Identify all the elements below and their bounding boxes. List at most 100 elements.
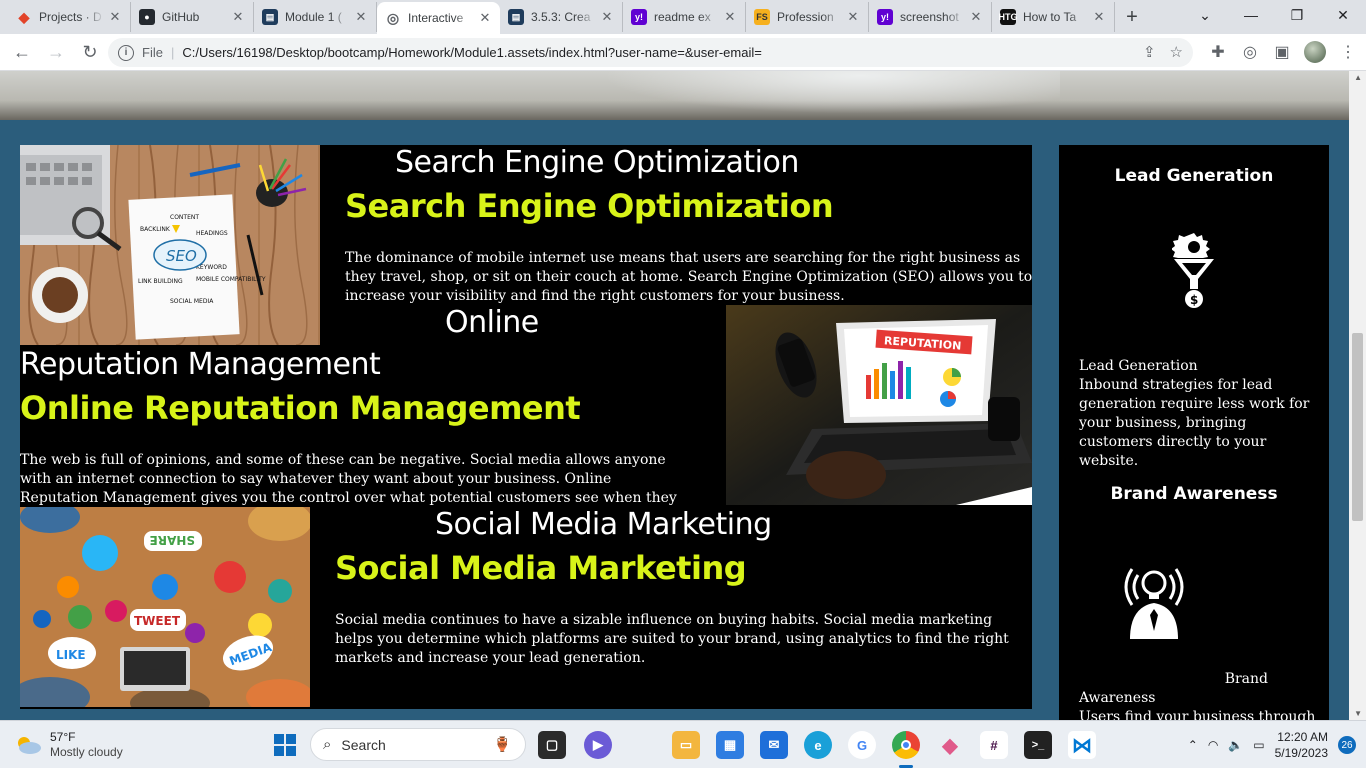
reputation-title-line2: Reputation Management [20, 347, 381, 382]
reload-button[interactable]: ↻ [74, 36, 106, 68]
reputation-title-line1: Online [445, 305, 539, 340]
seo-label-content: CONTENT [170, 214, 199, 221]
browser-tab[interactable]: ◆ Projects · D ✕ [8, 2, 131, 32]
url-scheme: File [142, 45, 163, 60]
canvas-icon: ▤ [508, 9, 524, 25]
fs-icon: FS [754, 9, 770, 25]
page-scrollbar[interactable]: ▲ ▼ [1349, 71, 1366, 720]
forward-button[interactable]: → [40, 36, 72, 68]
clock-time: 12:20 AM [1277, 730, 1328, 744]
seo-description: The dominance of mobile internet use mea… [345, 250, 1033, 304]
social-label-tweet: TWEET [134, 614, 181, 628]
start-windows-icon[interactable] [271, 731, 299, 759]
browser-tab[interactable]: ▤ 3.5.3: Crea ✕ [500, 2, 623, 32]
tab-close-icon[interactable]: ✕ [231, 9, 245, 25]
tab-close-icon[interactable]: ✕ [600, 9, 614, 25]
taskbar-search[interactable]: ⌕ Search 🏺 [310, 728, 526, 761]
battery-icon[interactable]: ▭ [1253, 738, 1264, 752]
browser-tab[interactable]: y! readme ex ✕ [623, 2, 746, 32]
seo-label-mobile: MOBILE COMPATIBILITY [196, 276, 266, 283]
seo-label-link-building: LINK BUILDING [138, 278, 183, 285]
tab-close-icon[interactable]: ✕ [846, 9, 860, 25]
task-view-icon[interactable]: ▢ [538, 731, 566, 759]
browser-tab[interactable]: ◎ Interactive ✕ [377, 2, 500, 34]
profile-avatar[interactable] [1304, 41, 1326, 63]
lead-generation-text: Inbound strategies for lead generation r… [1079, 377, 1310, 469]
restore-button[interactable]: ❐ [1274, 0, 1320, 30]
tab-label: 3.5.3: Crea [531, 10, 591, 24]
cloud-icon [14, 735, 42, 755]
htg-icon: HTG [999, 9, 1018, 25]
weather-widget[interactable]: 57°F Mostly cloudy [14, 730, 123, 760]
weather-temp: 57°F [50, 730, 76, 744]
tab-close-icon[interactable]: ✕ [478, 10, 492, 26]
teams-chat-icon[interactable]: ▶ [584, 731, 612, 759]
vscode-icon[interactable]: ⋈ [1068, 731, 1096, 759]
tab-label: Profession [777, 10, 834, 24]
microsoft-store-icon[interactable]: ▦ [716, 731, 744, 759]
new-tab-button[interactable]: + [1115, 2, 1149, 32]
gitlab-icon: ◆ [18, 8, 30, 25]
back-button[interactable]: ← [6, 36, 38, 68]
minimize-button[interactable]: — [1228, 0, 1274, 30]
extensions-icon[interactable]: ✚ [1208, 38, 1228, 66]
terminal-icon[interactable]: >_ [1024, 731, 1052, 759]
browser-tab[interactable]: y! screenshot ✕ [869, 2, 992, 32]
tab-close-icon[interactable]: ✕ [723, 9, 737, 25]
social-label-like: LIKE [56, 648, 86, 662]
tab-search-icon[interactable]: ⌄ [1182, 0, 1228, 30]
seo-label-backlink: BACKLINK [140, 226, 171, 233]
tab-label: readme ex [654, 10, 711, 24]
chrome-browser-icon[interactable] [892, 731, 920, 759]
tab-label: Projects · D [39, 10, 102, 24]
side-panel-icon[interactable]: ▣ [1272, 38, 1292, 66]
tab-label: Interactive [408, 11, 464, 25]
hero-image [0, 71, 1349, 120]
share-icon[interactable]: ⇪ [1143, 43, 1156, 61]
tray-chevron-icon[interactable]: ⌃ [1188, 738, 1198, 752]
tab-close-icon[interactable]: ✕ [1092, 9, 1106, 25]
edge-browser-icon[interactable]: e [804, 731, 832, 759]
browser-tab[interactable]: FS Profession ✕ [746, 2, 869, 32]
browser-tab[interactable]: ▤ Module 1 (✕ [254, 2, 377, 32]
scrollbar-thumb[interactable] [1352, 333, 1363, 521]
file-explorer-icon[interactable]: ▭ [672, 731, 700, 759]
menu-kebab-icon[interactable]: ⋮ [1338, 38, 1358, 66]
reputation-subtitle: Online Reputation Management [20, 389, 581, 427]
close-window-button[interactable]: ✕ [1320, 0, 1366, 30]
seo-image: CONTENT BACKLINK HEADINGS KEYWORD LINK B… [20, 145, 320, 345]
reputation-image: REPUTATION [726, 305, 1032, 505]
tab-close-icon[interactable]: ✕ [354, 9, 368, 25]
services-content: CONTENT BACKLINK HEADINGS KEYWORD LINK B… [20, 145, 1032, 709]
tab-strip: ◆ Projects · D ✕ ● GitHub ✕ ▤ Module 1 (✕ ◎ Inter… [0, 0, 1366, 34]
site-info-icon[interactable]: i [118, 44, 134, 61]
url-text[interactable]: C:/Users/16198/Desktop/bootcamp/Homework… [182, 45, 762, 60]
clock[interactable]: 12:20 AM 5/19/2023 [1275, 729, 1328, 761]
photos-app-icon[interactable]: ◆ [936, 731, 964, 759]
tab-list: ◆ Projects · D ✕ ● GitHub ✕ ▤ Module 1 (✕ ◎ Inter… [8, 2, 1115, 34]
scroll-down-arrow-icon[interactable]: ▼ [1354, 709, 1362, 718]
browser-tab[interactable]: HTG How to Ta ✕ [992, 2, 1115, 32]
clock-date: 5/19/2023 [1274, 746, 1328, 760]
tab-close-icon[interactable]: ✕ [108, 9, 122, 25]
search-icon: ⌕ [323, 736, 332, 753]
globe-icon: ◎ [386, 9, 400, 26]
slack-icon[interactable]: # [980, 731, 1008, 759]
tab-close-icon[interactable]: ✕ [969, 9, 983, 25]
google-icon[interactable]: G [848, 731, 876, 759]
seo-title: Search Engine Optimization [395, 145, 799, 180]
yahoo-icon: y! [877, 9, 893, 25]
browser-tab[interactable]: ● GitHub ✕ [131, 2, 254, 32]
address-bar[interactable]: i File | C:/Users/16198/Desktop/bootcamp… [108, 38, 1193, 67]
mail-icon[interactable]: ✉ [760, 731, 788, 759]
taskbar-search-label: Search [341, 736, 386, 753]
bookmark-star-icon[interactable]: ☆ [1170, 43, 1183, 61]
scroll-up-arrow-icon[interactable]: ▲ [1354, 73, 1362, 82]
svg-text:$: $ [1190, 293, 1198, 307]
performance-icon[interactable]: ◎ [1240, 38, 1260, 66]
notification-badge[interactable]: 26 [1338, 736, 1356, 754]
wifi-icon[interactable]: ◠ [1208, 738, 1218, 752]
volume-icon[interactable]: 🔈 [1228, 738, 1243, 752]
lead-generation-label: Lead Generation [1079, 358, 1198, 374]
github-icon: ● [139, 9, 155, 25]
